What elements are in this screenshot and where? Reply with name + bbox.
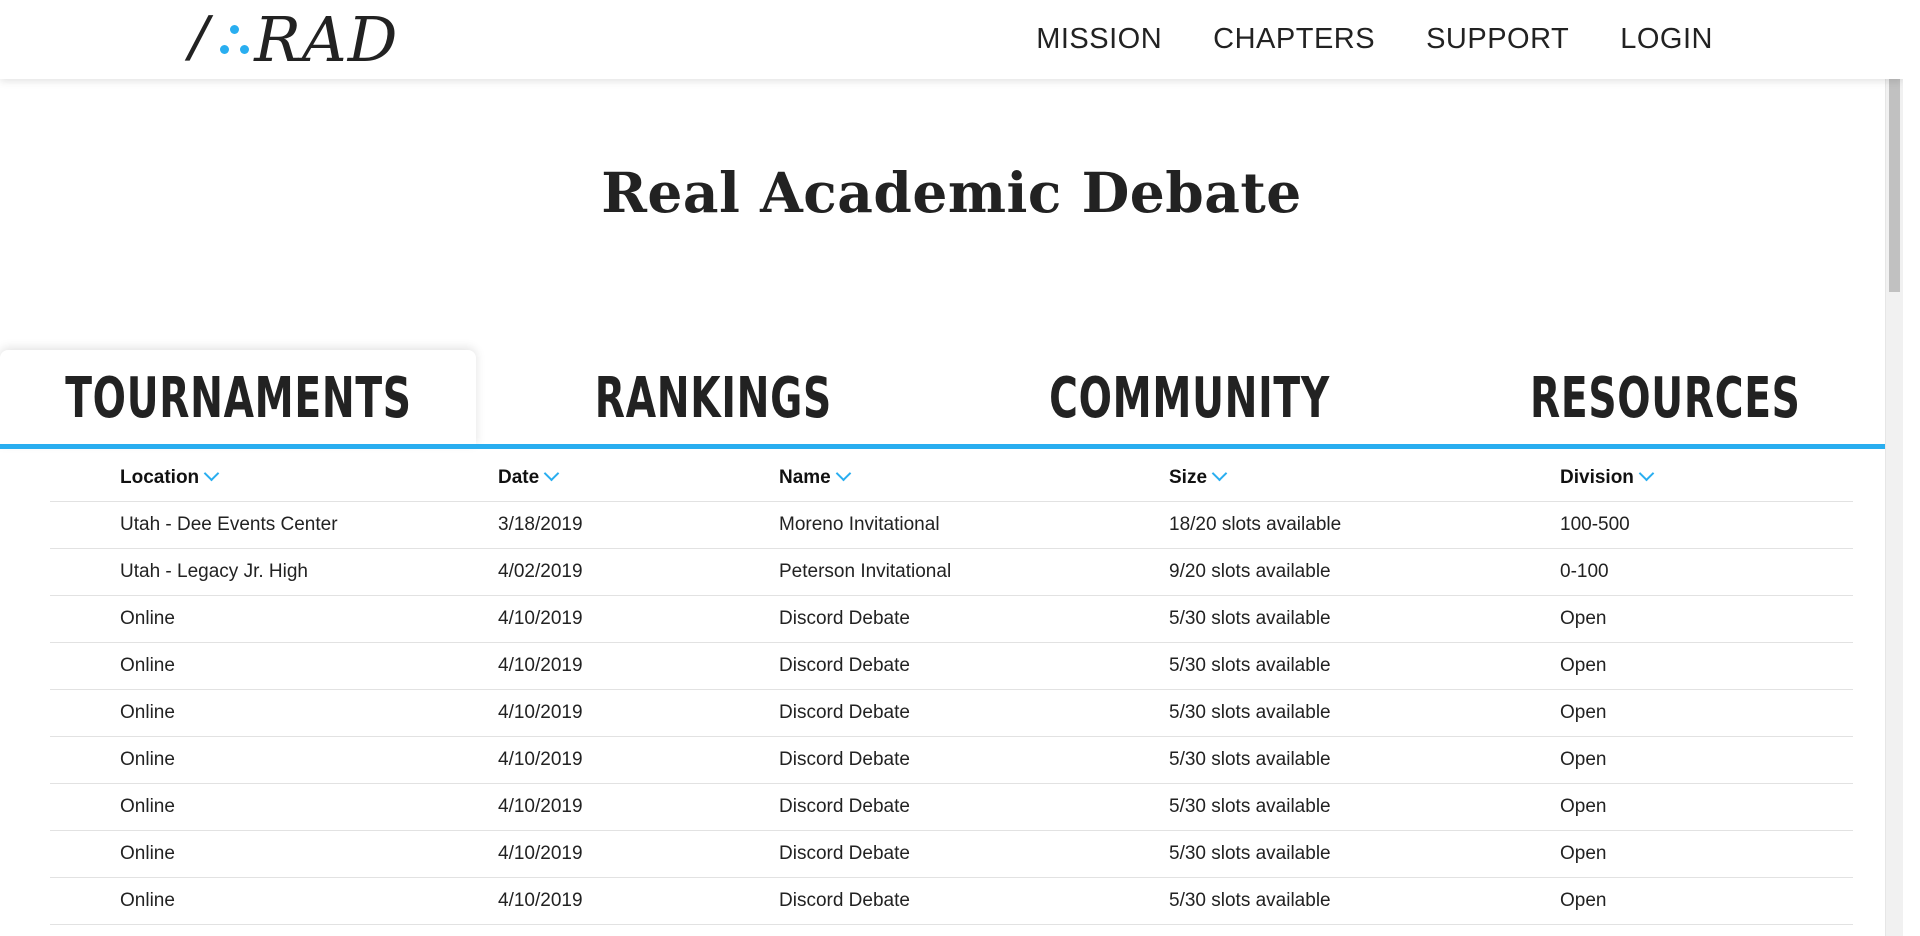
size-cell: 5/30 slots available bbox=[1169, 642, 1560, 690]
nav-support-link[interactable]: SUPPORT bbox=[1426, 23, 1569, 56]
division-cell: Open bbox=[1560, 783, 1853, 831]
site-logo[interactable]: / RAD bbox=[181, 3, 398, 76]
column-label: Name bbox=[779, 467, 831, 488]
column-label: Size bbox=[1169, 467, 1208, 488]
division-cell: 0-100 bbox=[1560, 548, 1853, 596]
date-cell: 4/10/2019 bbox=[498, 689, 779, 737]
division-cell: Open bbox=[1560, 595, 1853, 643]
table-header-row: Location Date Name Size Division bbox=[50, 455, 1853, 502]
division-cell: Open bbox=[1560, 642, 1853, 690]
name-cell: Discord Debate bbox=[779, 642, 1169, 690]
tournaments-table: Location Date Name Size Division Utah - … bbox=[50, 455, 1853, 925]
name-cell: Discord Debate bbox=[779, 736, 1169, 784]
table-row[interactable]: Online 4/10/2019 Discord Debate 5/30 slots … bbox=[50, 830, 1853, 878]
location-cell: Utah - Dee Events Center bbox=[50, 501, 498, 549]
sort-date-header[interactable]: Date bbox=[498, 455, 779, 502]
size-cell: 5/30 slots available bbox=[1169, 595, 1560, 643]
column-label: Date bbox=[498, 467, 540, 488]
size-cell: 18/20 slots available bbox=[1169, 501, 1560, 549]
tab-rankings-label: RANKINGS bbox=[595, 365, 833, 431]
tab-resources[interactable]: RESOURCES bbox=[1427, 350, 1903, 446]
size-cell: 5/30 slots available bbox=[1169, 830, 1560, 878]
location-cell: Online bbox=[50, 736, 498, 784]
table-row[interactable]: Online 4/10/2019 Discord Debate 5/30 slots … bbox=[50, 736, 1853, 784]
size-cell: 5/30 slots available bbox=[1169, 877, 1560, 925]
table-row[interactable]: Online 4/10/2019 Discord Debate 5/30 slots … bbox=[50, 689, 1853, 737]
size-cell: 5/30 slots available bbox=[1169, 689, 1560, 737]
table-row[interactable]: Online 4/10/2019 Discord Debate 5/30 slots … bbox=[50, 783, 1853, 831]
division-cell: Open bbox=[1560, 689, 1853, 737]
date-cell: 4/10/2019 bbox=[498, 642, 779, 690]
page-title: Real Academic Debate bbox=[601, 160, 1302, 225]
table-row[interactable]: Utah - Dee Events Center 3/18/2019 Moreno … bbox=[50, 501, 1853, 549]
location-cell: Online bbox=[50, 877, 498, 925]
location-cell: Online bbox=[50, 689, 498, 737]
date-cell: 4/10/2019 bbox=[498, 736, 779, 784]
location-cell: Online bbox=[50, 783, 498, 831]
date-cell: 4/02/2019 bbox=[498, 548, 779, 596]
name-cell: Discord Debate bbox=[779, 877, 1169, 925]
section-tabs: TOURNAMENTS RANKINGS COMMUNITY RESOURCES bbox=[0, 350, 1903, 446]
date-cell: 4/10/2019 bbox=[498, 595, 779, 643]
chevron-down-icon bbox=[543, 465, 560, 482]
page-scrollbar[interactable] bbox=[1885, 0, 1903, 936]
table-row[interactable]: Online 4/10/2019 Discord Debate 5/30 slots … bbox=[50, 642, 1853, 690]
name-cell: Discord Debate bbox=[779, 689, 1169, 737]
division-cell: 100-500 bbox=[1560, 501, 1853, 549]
table-row[interactable]: Online 4/10/2019 Discord Debate 5/30 slots … bbox=[50, 595, 1853, 643]
name-cell: Discord Debate bbox=[779, 830, 1169, 878]
location-cell: Online bbox=[50, 830, 498, 878]
logo-dots-icon bbox=[216, 19, 250, 59]
name-cell: Discord Debate bbox=[779, 783, 1169, 831]
chevron-down-icon bbox=[1638, 465, 1655, 482]
nav-login-link[interactable]: LOGIN bbox=[1620, 23, 1713, 56]
main-nav: MISSION CHAPTERS SUPPORT LOGIN bbox=[1036, 0, 1713, 79]
division-cell: Open bbox=[1560, 736, 1853, 784]
date-cell: 4/10/2019 bbox=[498, 877, 779, 925]
location-cell: Utah - Legacy Jr. High bbox=[50, 548, 498, 596]
page: / RAD MISSION CHAPTERS SUPPORT LOGIN Rea… bbox=[0, 0, 1903, 936]
location-cell: Online bbox=[50, 642, 498, 690]
sort-location-header[interactable]: Location bbox=[50, 455, 498, 502]
nav-chapters-link[interactable]: CHAPTERS bbox=[1213, 23, 1375, 56]
site-header: / RAD MISSION CHAPTERS SUPPORT LOGIN bbox=[0, 0, 1903, 79]
date-cell: 3/18/2019 bbox=[498, 501, 779, 549]
logo-slash: / bbox=[181, 4, 217, 74]
name-cell: Discord Debate bbox=[779, 595, 1169, 643]
tab-rankings[interactable]: RANKINGS bbox=[476, 350, 952, 446]
tab-community[interactable]: COMMUNITY bbox=[952, 350, 1428, 446]
size-cell: 5/30 slots available bbox=[1169, 736, 1560, 784]
chevron-down-icon bbox=[835, 465, 852, 482]
name-cell: Moreno Invitational bbox=[779, 501, 1169, 549]
nav-mission-link[interactable]: MISSION bbox=[1036, 23, 1162, 56]
chevron-down-icon bbox=[203, 465, 220, 482]
tab-resources-label: RESOURCES bbox=[1529, 365, 1801, 431]
sort-division-header[interactable]: Division bbox=[1560, 455, 1853, 502]
size-cell: 9/20 slots available bbox=[1169, 548, 1560, 596]
name-cell: Peterson Invitational bbox=[779, 548, 1169, 596]
table-body: Utah - Dee Events Center 3/18/2019 Moreno … bbox=[50, 501, 1853, 925]
tab-underline bbox=[0, 444, 1903, 449]
sort-name-header[interactable]: Name bbox=[779, 455, 1169, 502]
division-cell: Open bbox=[1560, 877, 1853, 925]
sort-size-header[interactable]: Size bbox=[1169, 455, 1560, 502]
column-label: Division bbox=[1560, 467, 1634, 488]
date-cell: 4/10/2019 bbox=[498, 783, 779, 831]
date-cell: 4/10/2019 bbox=[498, 830, 779, 878]
column-label: Location bbox=[120, 467, 200, 488]
size-cell: 5/30 slots available bbox=[1169, 783, 1560, 831]
location-cell: Online bbox=[50, 595, 498, 643]
tab-tournaments[interactable]: TOURNAMENTS bbox=[0, 350, 476, 446]
logo-text: RAD bbox=[254, 2, 399, 76]
table-row[interactable]: Utah - Legacy Jr. High 4/02/2019 Peterson … bbox=[50, 548, 1853, 596]
division-cell: Open bbox=[1560, 830, 1853, 878]
tab-tournaments-label: TOURNAMENTS bbox=[64, 365, 412, 431]
tab-community-label: COMMUNITY bbox=[1049, 365, 1330, 431]
chevron-down-icon bbox=[1211, 465, 1228, 482]
table-row[interactable]: Online 4/10/2019 Discord Debate 5/30 slots … bbox=[50, 877, 1853, 925]
